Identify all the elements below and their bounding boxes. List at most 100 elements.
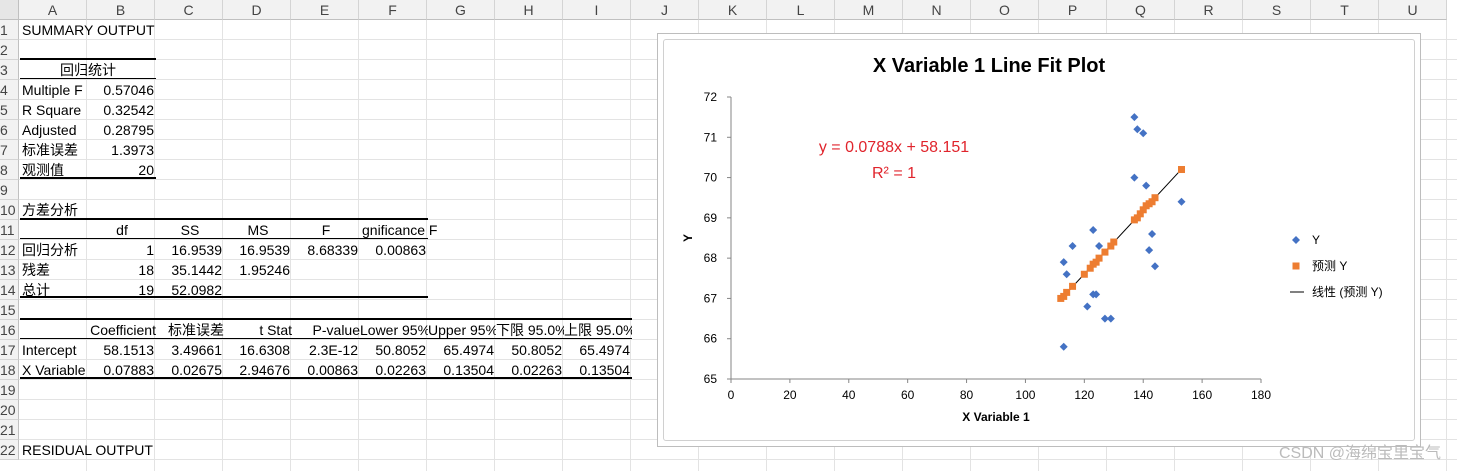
anova-row-label[interactable]: 回归分析 xyxy=(22,240,88,260)
anova-cell[interactable]: 16.9539 xyxy=(224,240,290,260)
cell-r-square-label[interactable]: R Square xyxy=(22,100,88,120)
row-header-14[interactable]: 14 xyxy=(0,280,19,300)
cell-multiple-r-label[interactable]: Multiple F xyxy=(22,80,88,100)
cell-adjusted-label[interactable]: Adjusted xyxy=(22,120,88,140)
coef-cell[interactable]: 0.13504 xyxy=(564,360,630,380)
coef-cell[interactable]: 2.3E-12 xyxy=(292,340,358,360)
row-header-10[interactable]: 10 xyxy=(0,200,19,220)
anova-cell[interactable] xyxy=(224,280,290,300)
column-header-t[interactable]: T xyxy=(1311,0,1379,20)
anova-cell[interactable]: 8.68339 xyxy=(292,240,358,260)
row-header-18[interactable]: 18 xyxy=(0,360,19,380)
cell-std-err-label[interactable]: 标准误差 xyxy=(22,140,88,160)
row-header-3[interactable]: 3 xyxy=(0,60,19,80)
column-header-l[interactable]: L xyxy=(767,0,835,20)
anova-cell[interactable]: 1 xyxy=(88,240,154,260)
coef-cell[interactable]: 65.4974 xyxy=(564,340,630,360)
coef-cell[interactable]: 2.94676 xyxy=(224,360,290,380)
coef-row-label[interactable]: Intercept xyxy=(22,340,88,360)
row-header-16[interactable]: 16 xyxy=(0,320,19,340)
column-header-q[interactable]: Q xyxy=(1107,0,1175,20)
column-header-e[interactable]: E xyxy=(291,0,359,20)
row-header-15[interactable]: 15 xyxy=(0,300,19,320)
row-header-17[interactable]: 17 xyxy=(0,340,19,360)
coef-cell[interactable]: 50.8052 xyxy=(496,340,562,360)
anova-row-label[interactable]: 残差 xyxy=(22,260,88,280)
cell-reg-stats-header[interactable]: 回归统计 xyxy=(20,60,156,80)
coef-cell[interactable]: 3.49661 xyxy=(156,340,222,360)
row-header-4[interactable]: 4 xyxy=(0,80,19,100)
anova-header-cell[interactable]: df xyxy=(88,220,156,240)
row-header-11[interactable]: 11 xyxy=(0,220,19,240)
anova-cell[interactable] xyxy=(360,260,426,280)
row-header-22[interactable]: 22 xyxy=(0,440,19,460)
coef-cell[interactable]: 50.8052 xyxy=(360,340,426,360)
coef-cell[interactable]: 0.13504 xyxy=(428,360,494,380)
row-header-8[interactable]: 8 xyxy=(0,160,19,180)
anova-header-cell[interactable]: F xyxy=(292,220,360,240)
column-header-h[interactable]: H xyxy=(495,0,563,20)
column-header-c[interactable]: C xyxy=(155,0,223,20)
column-header-s[interactable]: S xyxy=(1243,0,1311,20)
column-header-p[interactable]: P xyxy=(1039,0,1107,20)
column-header-m[interactable]: M xyxy=(835,0,903,20)
row-header-1[interactable]: 1 xyxy=(0,20,19,40)
column-header-u[interactable]: U xyxy=(1379,0,1447,20)
coef-cell[interactable]: 65.4974 xyxy=(428,340,494,360)
coef-cell[interactable]: 0.02263 xyxy=(496,360,562,380)
anova-cell[interactable]: 19 xyxy=(88,280,154,300)
column-header-o[interactable]: O xyxy=(971,0,1039,20)
column-header-j[interactable]: J xyxy=(631,0,699,20)
anova-cell[interactable]: 35.1442 xyxy=(156,260,222,280)
anova-header-cell[interactable]: gnificance F xyxy=(362,220,452,240)
column-header-r[interactable]: R xyxy=(1175,0,1243,20)
coef-header-cell[interactable]: P-value xyxy=(292,320,360,340)
coef-cell[interactable]: 0.02263 xyxy=(360,360,426,380)
cell-adjusted[interactable]: 0.28795 xyxy=(88,120,154,140)
anova-header-cell[interactable]: SS xyxy=(156,220,224,240)
coef-cell[interactable]: 0.07883 xyxy=(88,360,154,380)
column-header-b[interactable]: B xyxy=(87,0,155,20)
anova-cell[interactable]: 52.0982 xyxy=(156,280,222,300)
anova-cell[interactable] xyxy=(292,260,358,280)
coef-cell[interactable]: 0.02675 xyxy=(156,360,222,380)
cell-r-square[interactable]: 0.32542 xyxy=(88,100,154,120)
row-header-12[interactable]: 12 xyxy=(0,240,19,260)
anova-cell[interactable]: 18 xyxy=(88,260,154,280)
coef-row-label[interactable]: X Variable xyxy=(22,360,88,380)
column-header-n[interactable]: N xyxy=(903,0,971,20)
anova-cell[interactable] xyxy=(292,280,358,300)
chart-object[interactable]: X Variable 1 Line Fit Plot 65 66 67 68 69 70 71… xyxy=(657,33,1421,447)
column-header-g[interactable]: G xyxy=(427,0,495,20)
row-header-7[interactable]: 7 xyxy=(0,140,19,160)
coef-header-cell[interactable]: 上限 95.0% xyxy=(564,320,632,340)
coef-header-cell[interactable]: 标准误差 xyxy=(156,320,224,340)
row-header-20[interactable]: 20 xyxy=(0,400,19,420)
anova-cell[interactable]: 1.95246 xyxy=(224,260,290,280)
row-header-2[interactable]: 2 xyxy=(0,40,19,60)
cell-std-err[interactable]: 1.3973 xyxy=(88,140,154,160)
anova-cell[interactable]: 16.9539 xyxy=(156,240,222,260)
cell-residual-title[interactable]: RESIDUAL OUTPUT xyxy=(22,440,182,460)
row-header-5[interactable]: 5 xyxy=(0,100,19,120)
column-header-k[interactable]: K xyxy=(699,0,767,20)
coef-header-cell[interactable]: Lower 95% xyxy=(360,320,428,340)
chart-area[interactable]: X Variable 1 Line Fit Plot 65 66 67 68 69 70 71… xyxy=(663,39,1415,441)
coef-cell[interactable]: 16.6308 xyxy=(224,340,290,360)
column-header-d[interactable]: D xyxy=(223,0,291,20)
coef-header-cell[interactable]: t Stat xyxy=(224,320,292,340)
row-header-6[interactable]: 6 xyxy=(0,120,19,140)
cell-anova-title[interactable]: 方差分析 xyxy=(22,200,122,220)
column-header-a[interactable]: A xyxy=(19,0,87,20)
cell-summary-title[interactable]: SUMMARY OUTPUT xyxy=(22,20,172,40)
coef-cell[interactable]: 0.00863 xyxy=(292,360,358,380)
coef-header-cell[interactable]: 下限 95.0% xyxy=(496,320,564,340)
row-header-21[interactable]: 21 xyxy=(0,420,19,440)
select-all-corner[interactable] xyxy=(0,0,19,20)
column-header-i[interactable]: I xyxy=(563,0,631,20)
coef-header-cell[interactable]: Upper 95% xyxy=(428,320,496,340)
anova-row-label[interactable]: 总计 xyxy=(22,280,88,300)
column-header-f[interactable]: F xyxy=(359,0,427,20)
cell-multiple-r[interactable]: 0.57046 xyxy=(88,80,154,100)
coef-cell[interactable]: 58.1513 xyxy=(88,340,154,360)
